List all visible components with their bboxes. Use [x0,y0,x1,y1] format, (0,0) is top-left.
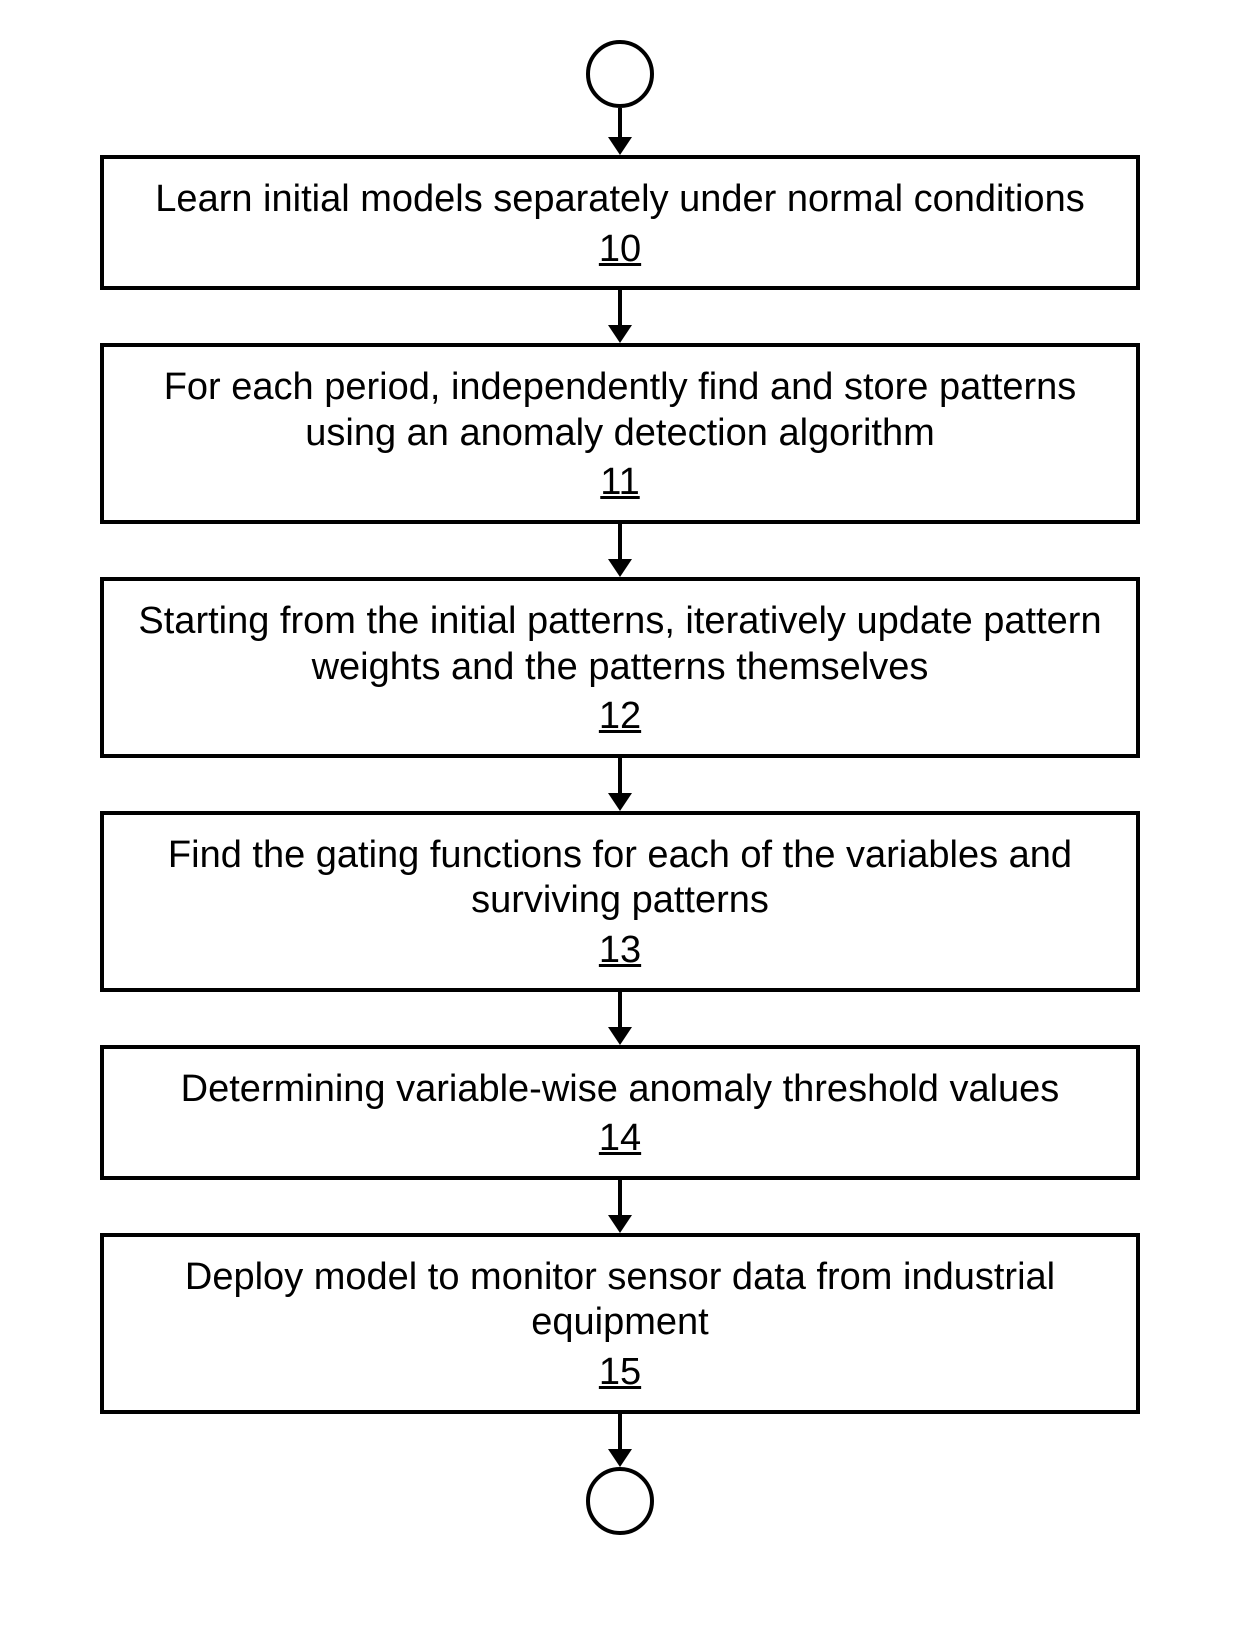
step-number: 10 [599,227,641,273]
step-number: 15 [599,1350,641,1396]
arrow-icon [608,1180,632,1233]
step-label: Starting from the initial patterns, iter… [134,599,1106,690]
step-label: For each period, independently find and … [134,365,1106,456]
process-step-14: Determining variable-wise anomaly thresh… [100,1045,1140,1180]
step-label: Learn initial models separately under no… [134,177,1106,223]
arrow-icon [608,1414,632,1467]
arrow-icon [608,758,632,811]
step-number: 13 [599,928,641,974]
step-number: 14 [599,1116,641,1162]
end-terminal [586,1467,654,1535]
step-label: Find the gating functions for each of th… [134,833,1106,924]
step-label: Determining variable-wise anomaly thresh… [134,1067,1106,1113]
flowchart-container: Learn initial models separately under no… [100,40,1140,1535]
arrow-icon [608,524,632,577]
arrow-icon [608,108,632,155]
process-step-13: Find the gating functions for each of th… [100,811,1140,992]
start-terminal [586,40,654,108]
process-step-10: Learn initial models separately under no… [100,155,1140,290]
step-number: 12 [599,694,641,740]
process-step-12: Starting from the initial patterns, iter… [100,577,1140,758]
step-number: 11 [600,460,639,506]
step-label: Deploy model to monitor sensor data from… [134,1255,1106,1346]
process-step-15: Deploy model to monitor sensor data from… [100,1233,1140,1414]
arrow-icon [608,290,632,343]
arrow-icon [608,992,632,1045]
process-step-11: For each period, independently find and … [100,343,1140,524]
